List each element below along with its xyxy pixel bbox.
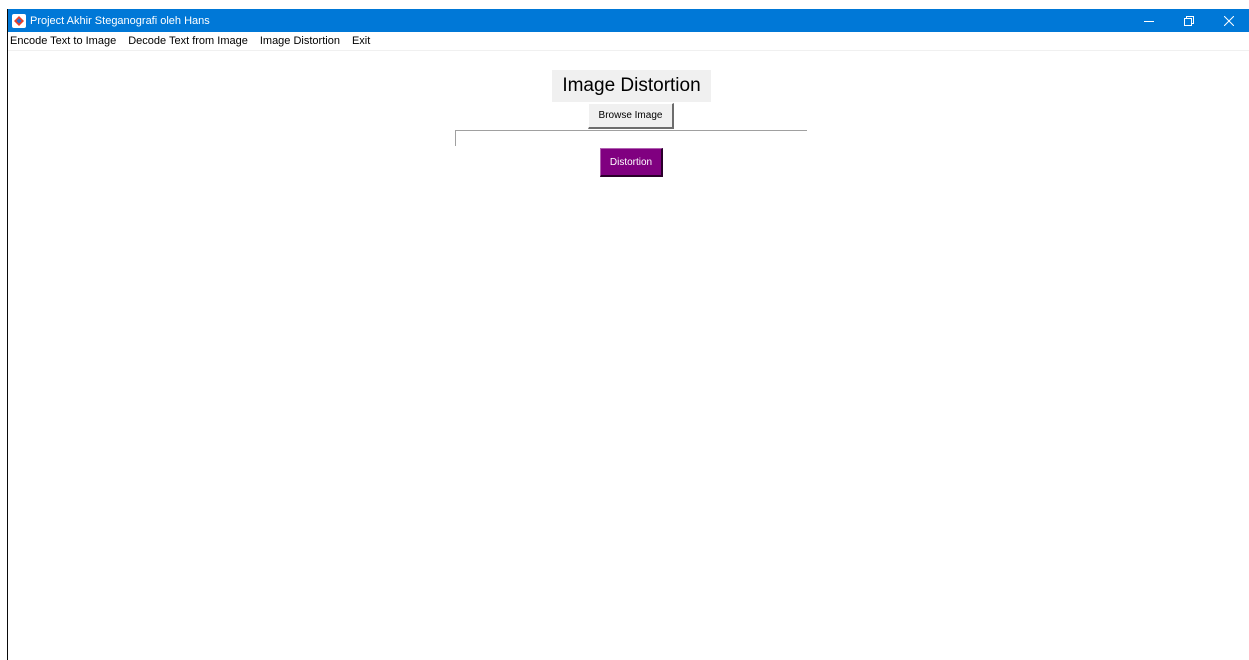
menu-exit[interactable]: Exit xyxy=(346,32,376,50)
restore-icon xyxy=(1184,15,1194,26)
distortion-button[interactable]: Distortion xyxy=(600,148,663,177)
menu-image-distortion[interactable]: Image Distortion xyxy=(254,32,346,50)
window-title: Project Akhir Steganografi oleh Hans xyxy=(30,14,210,27)
page-title: Image Distortion xyxy=(552,70,711,102)
menu-encode-text[interactable]: Encode Text to Image xyxy=(8,32,122,50)
close-button[interactable] xyxy=(1209,9,1249,32)
app-window: Project Akhir Steganografi oleh Hans Enc… xyxy=(7,9,1249,660)
file-path-field xyxy=(455,130,807,146)
menu-decode-text[interactable]: Decode Text from Image xyxy=(122,32,254,50)
browse-image-button[interactable]: Browse Image xyxy=(588,103,674,129)
close-icon xyxy=(1224,15,1234,26)
restore-button[interactable] xyxy=(1169,9,1209,32)
title-bar[interactable]: Project Akhir Steganografi oleh Hans xyxy=(8,9,1249,32)
menu-bar: Encode Text to Image Decode Text from Im… xyxy=(8,32,1249,51)
minimize-icon xyxy=(1144,20,1154,22)
window-controls xyxy=(1129,9,1249,32)
app-icon xyxy=(12,13,26,28)
minimize-button[interactable] xyxy=(1129,9,1169,32)
